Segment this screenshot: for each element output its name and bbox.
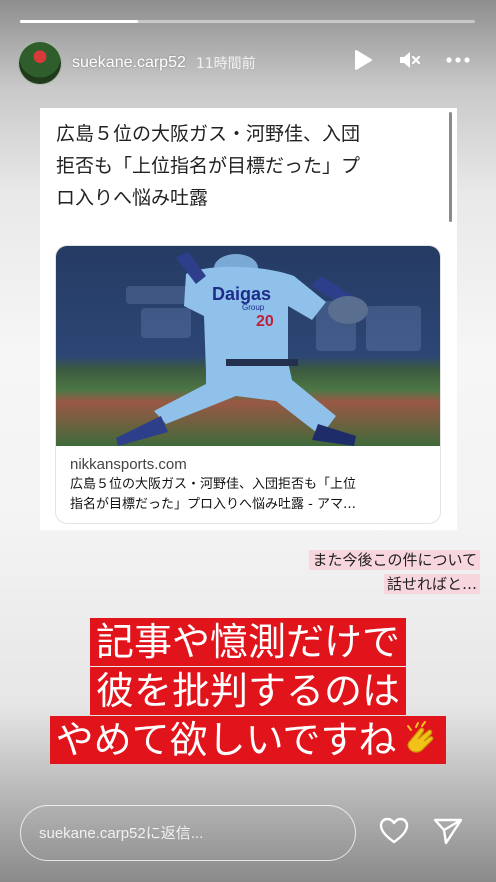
caption-pink-line: また今後この件について (309, 550, 480, 570)
story-progress-fill (20, 20, 139, 23)
pitcher-illustration: Daigas Group 20 (116, 252, 421, 446)
story-progress-bar (20, 20, 475, 23)
caption-red-line-text: やめて欲しいですね (55, 718, 397, 762)
headline-line: ロ入りへ悩み吐露 (56, 187, 209, 209)
caption-pink: また今後この件について 話せればと… (309, 548, 480, 596)
article-photo: Daigas Group 20 (56, 246, 440, 446)
timestamp: 11時間前 (195, 56, 256, 72)
story-header: suekane.carp52 11時間前 (18, 40, 478, 86)
caption-pink-line: 話せればと… (383, 574, 480, 594)
link-title-line: 指名が目標だった」プロ入りへ悩み吐露 - アマ… (70, 497, 356, 512)
jersey-number: 20 (256, 313, 274, 330)
send-icon[interactable] (432, 815, 464, 847)
caption-red-line-with-emoji: やめて欲しいですね (49, 716, 447, 764)
more-icon[interactable] (446, 48, 470, 72)
story-viewer: suekane.carp52 11時間前 広島５位の大阪ガス・河野佳、入団 拒否… (0, 0, 496, 882)
username[interactable]: suekane.carp52 (72, 54, 186, 72)
reply-input[interactable] (20, 805, 356, 861)
avatar[interactable] (18, 41, 62, 85)
play-icon[interactable] (350, 48, 374, 72)
article-headline: 広島５位の大阪ガス・河野佳、入団 拒否も「上位指名が目標だった」プ ロ入りへ悩み… (56, 118, 436, 214)
headline-line: 広島５位の大阪ガス・河野佳、入団 (56, 123, 361, 145)
jersey-sub: Group (242, 303, 265, 312)
clapping-hands-icon (407, 721, 434, 753)
article-scrollbar (449, 112, 452, 222)
mute-icon[interactable] (398, 48, 422, 72)
caption-red-line: 記事や憶測だけで (89, 618, 406, 666)
link-domain[interactable]: nikkansports.com (70, 456, 187, 473)
caption-red-line: 彼を批判するのは (89, 667, 406, 715)
link-preview[interactable]: Daigas Group 20 nikkansports.com 広島５位の大阪… (55, 245, 441, 524)
jersey-name: Daigas (212, 284, 271, 304)
link-title-line: 広島５位の大阪ガス・河野佳、入団拒否も「上位 (70, 477, 357, 492)
heart-icon[interactable] (378, 815, 410, 847)
header-controls (350, 48, 470, 72)
headline-line: 拒否も「上位指名が目標だった」プ (56, 155, 361, 177)
link-title[interactable]: 広島５位の大阪ガス・河野佳、入団拒否も「上位 指名が目標だった」プロ入りへ悩み吐… (70, 475, 430, 515)
article-card[interactable]: 広島５位の大阪ガス・河野佳、入団 拒否も「上位指名が目標だった」プ ロ入りへ悩み… (40, 108, 457, 530)
caption-red: 記事や憶測だけで 彼を批判するのは やめて欲しいですね (0, 618, 496, 765)
